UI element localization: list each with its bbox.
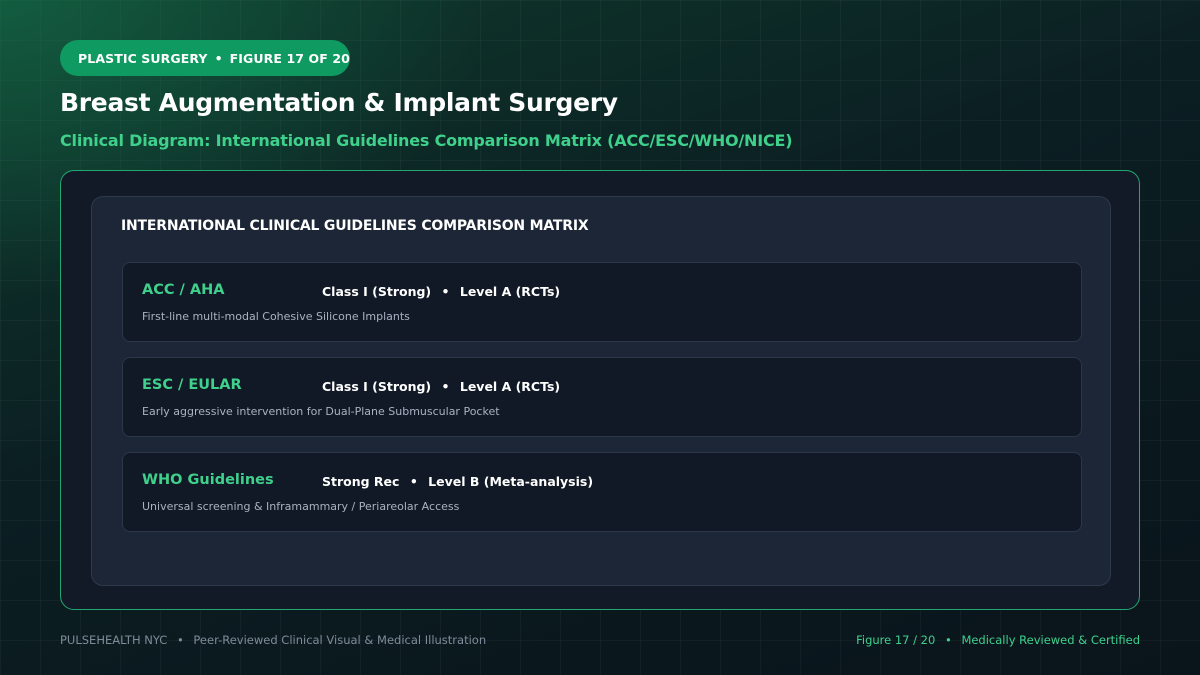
guideline-description: Universal screening & Inframammary / Per… bbox=[142, 500, 460, 513]
guideline-row: ACC / AHA Class I (Strong) • Level A (RC… bbox=[122, 262, 1082, 342]
footer-certification: Medically Reviewed & Certified bbox=[961, 633, 1140, 647]
guideline-recommendation: Strong Rec • Level B (Meta-analysis) bbox=[322, 474, 593, 489]
footer-separator: • bbox=[944, 633, 952, 647]
category-label: PLASTIC SURGERY bbox=[78, 50, 208, 66]
recommendation-strength: Class I (Strong) bbox=[322, 379, 432, 394]
footer-credit: PULSEHEALTH NYC • Peer-Reviewed Clinical… bbox=[60, 633, 486, 647]
matrix-panel: INTERNATIONAL CLINICAL GUIDELINES COMPAR… bbox=[91, 196, 1111, 586]
evidence-level: Level A (RCTs) bbox=[459, 284, 561, 299]
footer-separator: • bbox=[176, 633, 184, 647]
footer-brand: PULSEHEALTH NYC bbox=[60, 633, 168, 647]
matrix-title: INTERNATIONAL CLINICAL GUIDELINES COMPAR… bbox=[121, 218, 589, 234]
guideline-name: ACC / AHA bbox=[142, 282, 225, 298]
guideline-recommendation: Class I (Strong) • Level A (RCTs) bbox=[322, 284, 560, 299]
guideline-description: Early aggressive intervention for Dual-P… bbox=[142, 405, 500, 418]
page-title: Breast Augmentation & Implant Surgery bbox=[60, 88, 618, 117]
guideline-recommendation: Class I (Strong) • Level A (RCTs) bbox=[322, 379, 560, 394]
footer-figure: Figure 17 / 20 bbox=[856, 633, 936, 647]
guideline-row: ESC / EULAR Class I (Strong) • Level A (… bbox=[122, 357, 1082, 437]
guideline-description: First-line multi-modal Cohesive Silicone… bbox=[142, 310, 410, 323]
evidence-level: Level A (RCTs) bbox=[459, 379, 561, 394]
recommendation-separator: • bbox=[441, 284, 450, 299]
guideline-name: WHO Guidelines bbox=[142, 472, 274, 488]
footer-tagline: Peer-Reviewed Clinical Visual & Medical … bbox=[193, 633, 487, 647]
page-subtitle: Clinical Diagram: International Guidelin… bbox=[60, 131, 793, 150]
recommendation-separator: • bbox=[441, 379, 450, 394]
diagram-frame: INTERNATIONAL CLINICAL GUIDELINES COMPAR… bbox=[60, 170, 1140, 610]
guideline-name: ESC / EULAR bbox=[142, 377, 242, 393]
figure-label: FIGURE 17 OF 20 bbox=[229, 50, 350, 66]
footer-figure-info: Figure 17 / 20 • Medically Reviewed & Ce… bbox=[856, 633, 1140, 647]
badge-separator: • bbox=[214, 50, 223, 66]
guideline-row: WHO Guidelines Strong Rec • Level B (Met… bbox=[122, 452, 1082, 532]
category-badge: PLASTIC SURGERY • FIGURE 17 OF 20 bbox=[60, 40, 350, 76]
recommendation-separator: • bbox=[409, 474, 418, 489]
recommendation-strength: Class I (Strong) bbox=[322, 284, 432, 299]
recommendation-strength: Strong Rec bbox=[322, 474, 400, 489]
evidence-level: Level B (Meta-analysis) bbox=[428, 474, 594, 489]
